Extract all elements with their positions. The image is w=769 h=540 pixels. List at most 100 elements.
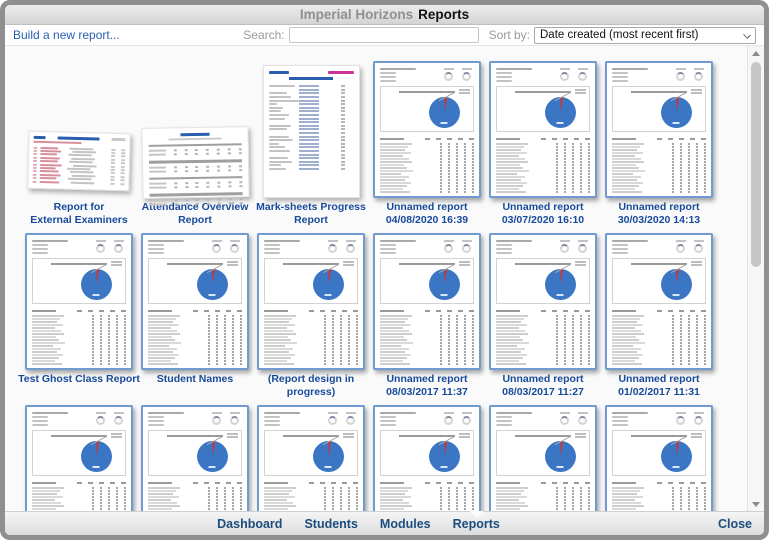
decor-line (341, 106, 345, 109)
report-thumbnail[interactable]: Unnamed report 08/03/2017 11:37 (369, 230, 485, 402)
decor-line (496, 157, 525, 160)
decor-ticks (556, 154, 590, 157)
decor-line (238, 164, 242, 167)
decor-line (32, 314, 65, 317)
decor-line (496, 362, 526, 365)
decor-line (264, 323, 296, 326)
preview-table (264, 309, 358, 365)
scroll-down-button[interactable] (748, 497, 764, 511)
report-label: Test Ghost Class Report (18, 373, 140, 385)
report-thumbnail[interactable] (485, 402, 601, 511)
decor-line (612, 148, 637, 151)
decor-line (195, 198, 199, 201)
nav-item-reports[interactable]: Reports (453, 510, 500, 531)
report-thumbnail[interactable]: Student Names (137, 230, 253, 402)
decor-line (496, 166, 523, 169)
decor-line (380, 356, 408, 359)
decor-lines (380, 68, 416, 83)
decor-ticks (208, 320, 242, 323)
pie-label-line (208, 294, 216, 296)
gauge-icon (346, 412, 356, 427)
report-thumbnail[interactable] (253, 402, 369, 511)
decor-line (380, 154, 403, 157)
preview-table-header (496, 137, 590, 141)
report-thumbnail[interactable]: (Report design in progress) (253, 230, 369, 402)
gauge-arc (694, 416, 703, 425)
pie-label-line (440, 294, 448, 296)
decor-line (380, 178, 406, 181)
decor-line (694, 68, 704, 70)
decor-ticks (556, 350, 590, 353)
report-thumbnail[interactable] (601, 402, 717, 511)
chart-title-line (631, 91, 687, 93)
decor-line (227, 164, 231, 167)
decor-line (612, 190, 642, 193)
report-thumbnail[interactable]: Unnamed report 04/08/2020 16:39 (369, 58, 485, 230)
close-button[interactable]: Close (718, 517, 752, 531)
report-thumbnail[interactable]: Report for External Examiners (21, 58, 137, 230)
pie-icon (312, 441, 344, 472)
gauge-icon (212, 240, 222, 255)
build-new-report-link[interactable]: Build a new report... (13, 28, 120, 42)
decor-line (238, 152, 242, 155)
decor-line (40, 146, 59, 150)
decor-line (268, 96, 291, 99)
decor-line (148, 244, 164, 246)
decor-line (496, 495, 528, 498)
decor-line (148, 332, 180, 335)
scrollbar-thumb[interactable] (751, 62, 761, 267)
decor-ticks (92, 344, 126, 347)
reports-grid-area: Report for External Examiners Attendance O… (5, 46, 764, 511)
report-label: Unnamed report 08/03/2017 11:37 (386, 373, 468, 398)
gauge-icon (230, 412, 240, 427)
report-thumbnail[interactable]: Mark-sheets Progress Report (253, 58, 369, 230)
decor-ticks (541, 310, 590, 312)
report-thumbnail[interactable]: Test Ghost Class Report (18, 230, 140, 402)
decor-ticks (672, 359, 706, 362)
decor-ticks (440, 142, 474, 145)
decor-line (217, 181, 221, 184)
decor-line (380, 157, 409, 160)
decor-ticks (324, 356, 358, 359)
decor-line (32, 160, 38, 163)
pie-icon (660, 441, 692, 472)
decor-ticks (556, 492, 590, 495)
decor-line (114, 412, 124, 414)
report-thumbnail[interactable] (137, 402, 253, 511)
decor-line (328, 412, 338, 414)
decor-line (120, 169, 125, 172)
callout-label (111, 433, 122, 435)
decor-ticks (92, 347, 126, 350)
report-thumbnail[interactable]: Unnamed report 08/03/2017 11:27 (485, 230, 601, 402)
scrollbar[interactable] (747, 46, 764, 511)
decor-ticks (440, 507, 474, 510)
decor-line (268, 164, 281, 167)
gauge-arc (694, 244, 703, 253)
decor-line (110, 179, 115, 182)
report-thumbnail[interactable] (21, 402, 137, 511)
decor-line (39, 167, 56, 170)
nav-item-dashboard[interactable]: Dashboard (217, 517, 282, 531)
report-thumbnail[interactable]: Attendance Overview Report (137, 58, 253, 230)
decor-line (496, 326, 519, 329)
nav-item-students[interactable]: Students (304, 517, 357, 531)
nav-item-modules[interactable]: Modules (380, 517, 431, 531)
pie-label-line (92, 294, 100, 296)
search-input[interactable] (288, 27, 479, 43)
sort-by-label: Sort by: (488, 28, 530, 42)
report-thumbnail-image (369, 230, 485, 370)
decor-line (380, 320, 405, 323)
scroll-up-button[interactable] (748, 46, 764, 60)
report-thumbnail[interactable]: Unnamed report 30/03/2020 14:13 (601, 58, 717, 230)
decor-ticks (324, 504, 358, 507)
decor-line (264, 501, 293, 504)
gauge-icon (578, 240, 588, 255)
decor-line (264, 314, 297, 317)
gauge-arc (346, 244, 355, 253)
decor-line (238, 168, 242, 171)
report-thumbnail[interactable] (369, 402, 485, 511)
decor-line (380, 507, 405, 510)
sort-select[interactable]: Date created (most recent first) (534, 26, 756, 44)
report-thumbnail[interactable]: Unnamed report 01/02/2017 11:31 (601, 230, 717, 402)
report-thumbnail[interactable]: Unnamed report 03/07/2020 16:10 (485, 58, 601, 230)
